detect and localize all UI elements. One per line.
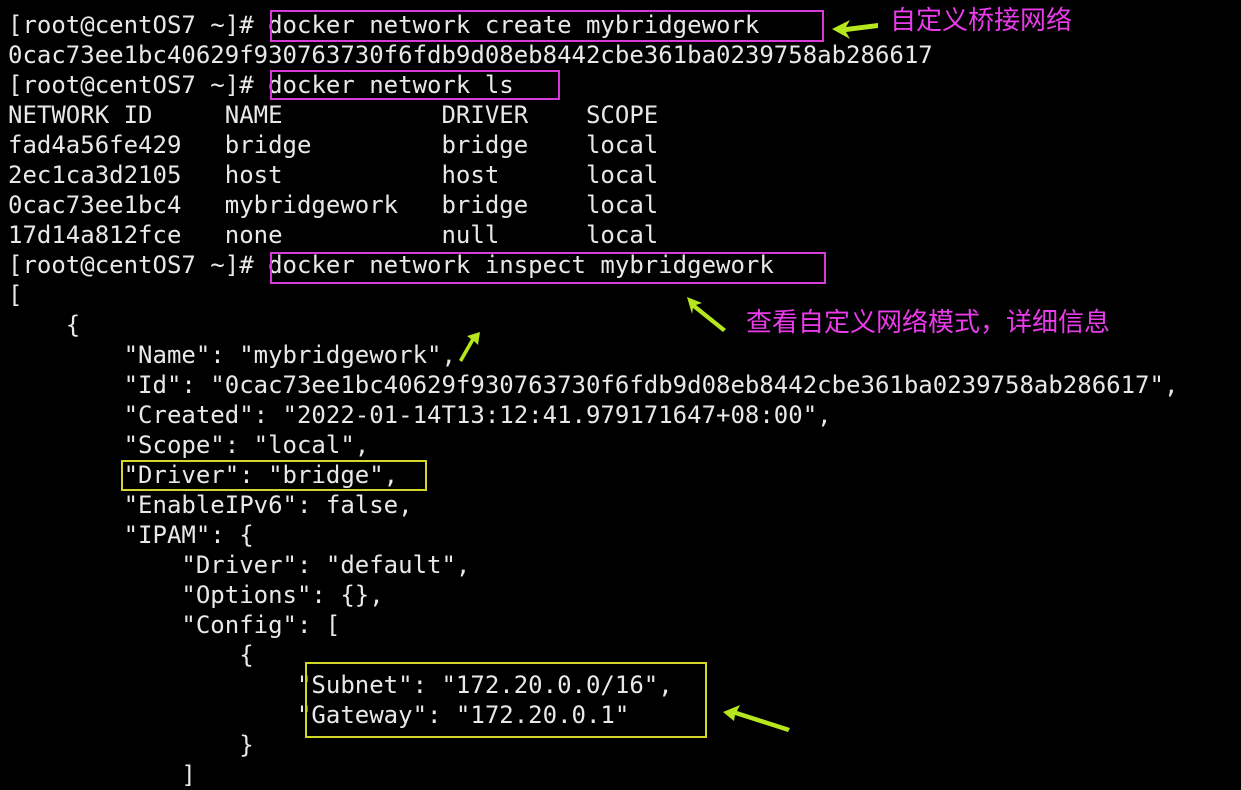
json-line: [: [8, 281, 23, 309]
json-line-ipam: "IPAM": {: [8, 521, 254, 549]
network-ls-row: 17d14a812fce none null local: [8, 221, 659, 249]
highlight-box-ls-command: [270, 70, 560, 100]
json-line-ipam-config: "Config": [: [8, 611, 341, 639]
json-line-ipam-driver: "Driver": "default",: [8, 551, 471, 579]
json-line-name: "Name": "mybridgework",: [8, 341, 456, 369]
json-line: {: [8, 311, 81, 339]
highlight-box-inspect-command: [270, 252, 826, 284]
json-line-scope: "Scope": "local",: [8, 431, 370, 459]
network-ls-row: 0cac73ee1bc4 mybridgework bridge local: [8, 191, 659, 219]
json-line-created: "Created": "2022-01-14T13:12:41.97917164…: [8, 401, 832, 429]
json-line: }: [8, 731, 254, 759]
shell-prompt: [root@centOS7 ~]#: [8, 11, 254, 39]
annotation-create-note: 自定义桥接网络: [890, 6, 1073, 36]
arrow-icon: [832, 20, 878, 39]
annotation-inspect-note: 查看自定义网络模式，详细信息: [746, 308, 1111, 338]
arrow-icon: [723, 705, 790, 732]
network-ls-header: NETWORK ID NAME DRIVER SCOPE: [8, 101, 659, 129]
terminal-line-network-id: 0cac73ee1bc40629f930763730f6fdb9d08eb844…: [8, 41, 933, 69]
json-line-id: "Id": "0cac73ee1bc40629f930763730f6fdb9d…: [8, 371, 1179, 399]
shell-prompt: [root@centOS7 ~]#: [8, 251, 254, 279]
shell-prompt: [root@centOS7 ~]#: [8, 71, 254, 99]
json-line-enableipv6: "EnableIPv6": false,: [8, 491, 413, 519]
json-line-ipam-options: "Options": {},: [8, 581, 384, 609]
json-line: {: [8, 641, 254, 669]
network-ls-row: 2ec1ca3d2105 host host local: [8, 161, 659, 189]
json-line: ]: [8, 761, 196, 789]
highlight-box-create-command: [270, 10, 824, 42]
arrow-icon: [687, 297, 726, 332]
highlight-box-subnet-gateway: [305, 662, 707, 738]
arrow-icon: [459, 332, 480, 362]
highlight-box-driver: [121, 460, 427, 491]
terminal-window[interactable]: [root@centOS7 ~]# docker network create …: [0, 0, 1241, 789]
network-ls-row: fad4a56fe429 bridge bridge local: [8, 131, 659, 159]
